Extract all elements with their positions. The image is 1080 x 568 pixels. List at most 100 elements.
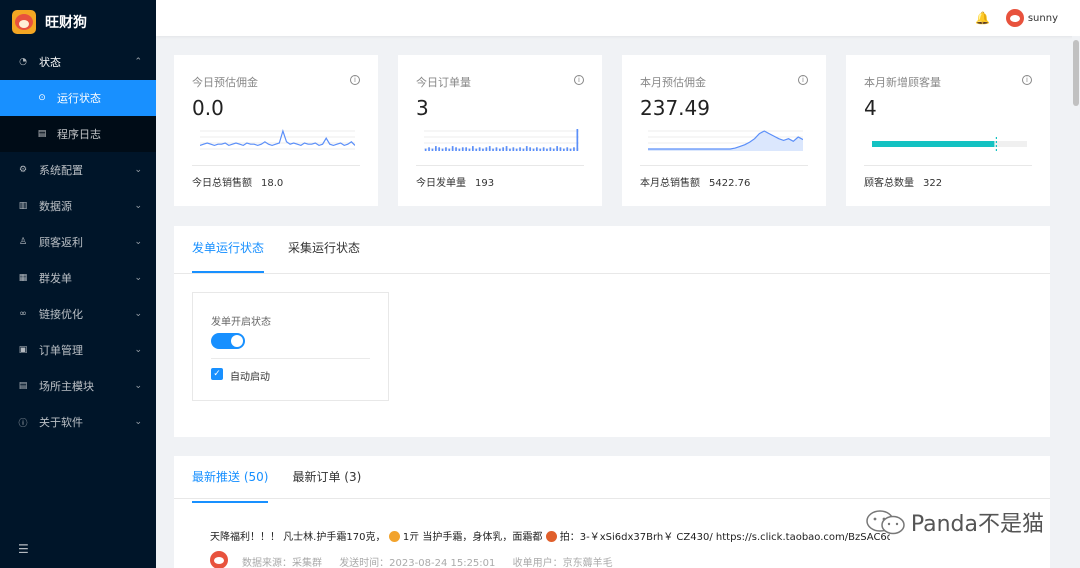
money-bag-icon xyxy=(388,531,400,542)
chart-bar xyxy=(492,148,494,151)
database-icon: ▥ xyxy=(18,201,28,211)
chevron-down-icon: ⌄ xyxy=(134,165,142,175)
stat-footer-value: 5422.76 xyxy=(709,178,751,189)
chart-bar xyxy=(529,147,531,151)
chart-bar xyxy=(515,148,518,151)
avatar xyxy=(1005,9,1024,27)
chart-bar xyxy=(499,148,501,151)
emoji-icon xyxy=(545,531,557,542)
sidebar-item-label: 顾客返利 xyxy=(39,236,83,249)
push-text-c: 拍：3-￥xSi6dx37Brh￥ CZ430/ https://s.click… xyxy=(559,532,890,543)
tab-latest-orders[interactable]: 最新订单 (3) xyxy=(292,456,361,503)
stat-footer-label: 今日总销售额 xyxy=(192,178,252,189)
push-receiver: 收单用户：京东薅羊毛 xyxy=(512,558,613,568)
sidebar-item-5[interactable]: ∞ 链接优化 ⌄ xyxy=(0,296,156,332)
stat-footer-label: 本月总销售额 xyxy=(640,178,700,189)
push-meta: 数据来源：采集群 发送时间：2023-08-24 15:25:01 收单用户：京… xyxy=(242,554,627,568)
tab-dispatch-status[interactable]: 发单运行状态 xyxy=(192,226,265,273)
stat-value: 4 xyxy=(864,96,877,120)
page-scrollbar[interactable] xyxy=(1072,36,1080,568)
push-source: 数据来源：采集群 xyxy=(242,558,322,568)
chart-bar xyxy=(478,147,481,151)
chart-area xyxy=(648,131,803,151)
sidebar-item-7[interactable]: ▤ 场所主模块 ⌄ xyxy=(0,368,156,404)
sidebar-item-0[interactable]: ◔ 状态 ⌃ xyxy=(0,44,156,80)
chart-bar xyxy=(549,147,552,151)
chart-bar xyxy=(573,147,575,151)
sidebar-subitem-0[interactable]: ⊙ 运行状态 xyxy=(0,80,156,116)
chart-bar xyxy=(424,148,427,151)
stat-footer: 顾客总数量 322 xyxy=(864,174,942,189)
dispatch-switch[interactable] xyxy=(211,333,245,349)
chevron-down-icon: ⌄ xyxy=(134,273,142,283)
dashboard-icon: ◔ xyxy=(19,57,27,67)
chart-bar xyxy=(468,148,471,151)
chart-bar xyxy=(539,148,542,151)
check-circle-icon: ⊙ xyxy=(38,93,46,103)
info-icon[interactable]: i xyxy=(798,75,808,85)
chevron-down-icon: ⌄ xyxy=(134,201,142,211)
user-menu[interactable]: sunny xyxy=(1005,9,1058,27)
stat-card-2: 本月预估佣金 i 237.49 本月总销售额 5422.76 xyxy=(622,55,826,206)
divider xyxy=(864,165,1032,166)
sidebar-item-4[interactable]: ▦ 群发单 ⌄ xyxy=(0,260,156,296)
stat-footer: 今日总销售额 18.0 xyxy=(192,174,283,189)
stat-footer: 今日发单量 193 xyxy=(416,174,494,189)
sidebar-item-2[interactable]: ▥ 数据源 ⌄ xyxy=(0,188,156,224)
sidebar-item-label: 数据源 xyxy=(39,200,72,213)
sidebar-subitem-label: 程序日志 xyxy=(57,128,101,141)
chart-bar xyxy=(495,147,498,151)
divider xyxy=(192,165,360,166)
info-icon[interactable]: i xyxy=(350,75,360,85)
tabs-divider xyxy=(174,498,1050,499)
divider xyxy=(211,358,370,359)
scroll-thumb[interactable] xyxy=(1073,40,1079,106)
chart-bar xyxy=(461,147,464,151)
sidebar-item-8[interactable]: ⓘ 关于软件 ⌄ xyxy=(0,404,156,440)
info-icon[interactable]: i xyxy=(574,75,584,85)
stat-card-0: 今日预估佣金 i 0.0 今日总销售额 18.0 xyxy=(174,55,378,206)
chart-bar xyxy=(536,147,538,151)
sidebar-subitem-1[interactable]: ▤ 程序日志 xyxy=(0,116,156,152)
top-header: 🔔 sunny xyxy=(156,0,1080,36)
push-avatar xyxy=(210,551,228,568)
push-time: 发送时间：2023-08-24 15:25:01 xyxy=(339,558,496,568)
sidebar-subitem-label: 运行状态 xyxy=(57,92,101,105)
tabs-divider xyxy=(174,273,1050,274)
chart-bar xyxy=(502,147,504,151)
tab-latest-push[interactable]: 最新推送 (50) xyxy=(192,456,269,503)
tab-collect-status[interactable]: 采集运行状态 xyxy=(288,226,360,273)
info-circle-icon: ⓘ xyxy=(18,418,28,429)
chart-bar xyxy=(428,147,430,151)
divider xyxy=(416,165,584,166)
link-icon: ∞ xyxy=(19,309,27,319)
chart-bar xyxy=(505,146,508,151)
sidebar-item-label: 场所主模块 xyxy=(39,380,94,393)
sidebar-item-1[interactable]: ⚙ 系统配置 ⌄ xyxy=(0,152,156,188)
chart-bar xyxy=(525,146,528,151)
sidebar-item-3[interactable]: ♙ 顾客返利 ⌄ xyxy=(0,224,156,260)
info-icon[interactable]: i xyxy=(1022,75,1032,85)
chevron-down-icon: ⌄ xyxy=(134,237,142,247)
wechat-icon xyxy=(866,510,905,535)
sidebar-item-label: 群发单 xyxy=(39,272,72,285)
dispatch-settings-box: 发单开启状态 ✓ 自动启动 xyxy=(192,292,389,401)
chart-bar xyxy=(445,147,447,151)
push-message[interactable]: 天降福利！！！ 凡士林.护手霜170克， 1亓 当护手霜，身体乳，面霜都 拍：3… xyxy=(210,528,890,543)
chart-bar xyxy=(451,146,454,151)
chart-bar xyxy=(569,148,572,151)
collapse-menu-icon[interactable]: ☰ xyxy=(18,542,29,556)
watermark-text: Panda不是猫 xyxy=(910,512,1044,537)
chart-bar xyxy=(542,147,545,151)
logo-dog-icon xyxy=(12,10,36,34)
bell-icon[interactable]: 🔔 xyxy=(975,11,990,25)
sidebar-item-label: 关于软件 xyxy=(39,416,83,429)
auto-start-label: 自动启动 xyxy=(230,372,270,383)
logo[interactable]: 旺财狗 xyxy=(0,0,156,44)
settings-icon: ⚙ xyxy=(18,165,28,175)
auto-start-checkbox[interactable]: ✓ xyxy=(211,368,223,380)
run-status-card: 发单运行状态 采集运行状态 发单开启状态 ✓ 自动启动 xyxy=(174,226,1050,437)
chevron-down-icon: ⌄ xyxy=(134,381,142,391)
sidebar-item-6[interactable]: ▣ 订单管理 ⌄ xyxy=(0,332,156,368)
chart-bar xyxy=(522,148,525,151)
